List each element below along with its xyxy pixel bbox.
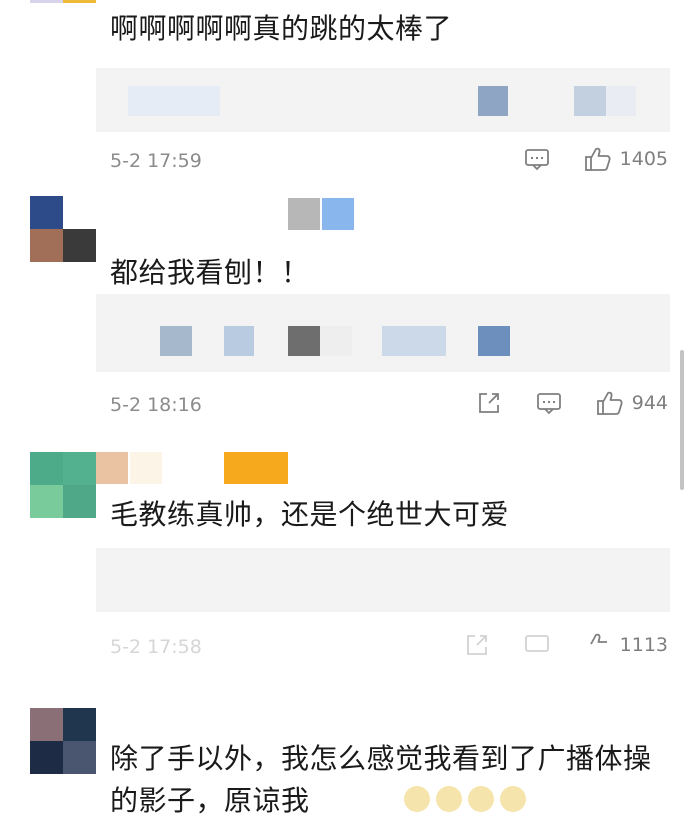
reply-preview[interactable] [96,294,670,372]
comment-actions: 1113 [464,632,668,658]
thumbs-up-icon [596,390,624,416]
blurred-block [160,326,192,356]
blurred-block [322,198,354,230]
blurred-block [288,198,320,230]
comment-icon [524,633,550,657]
reply-button[interactable] [524,147,550,171]
avatar-pixel [63,741,96,774]
avatar[interactable] [30,452,96,518]
comment-text: 毛教练真帅，还是个绝世大可爱 [110,498,510,531]
like-count: 1113 [619,634,668,656]
like-button[interactable]: 1405 [584,146,668,172]
blurred-block [320,326,352,356]
comment-actions: 1405 [524,146,668,172]
emoji-icon [404,786,430,812]
avatar-pixel [30,741,63,774]
emoji-icon [500,786,526,812]
like-button[interactable]: 1113 [584,632,668,658]
blurred-block [606,86,636,116]
blurred-block [130,452,162,484]
avatar-pixel [30,485,63,518]
emoji-row [404,786,526,812]
like-button[interactable]: 944 [596,390,668,416]
thumbs-up-icon [584,146,612,172]
emoji-icon [468,786,494,812]
avatar-pixel [63,0,96,3]
avatar-pixel [30,0,63,3]
avatar-pixel [63,229,96,262]
share-icon [464,632,490,658]
blurred-block [224,326,254,356]
blurred-block [96,452,128,484]
comment-time: 5-2 17:58 [110,636,202,658]
blurred-block [164,452,222,484]
share-button[interactable] [464,632,490,658]
comment-icon [524,147,550,171]
scrollbar[interactable] [680,350,684,490]
blurred-block [224,452,288,484]
blurred-block [478,326,510,356]
comment-time: 5-2 18:16 [110,394,202,416]
blurred-block [128,86,220,116]
avatar-pixel [63,708,96,741]
blurred-block [288,326,320,356]
avatar-pixel [30,708,63,741]
avatar-pixel [30,229,63,262]
reply-preview[interactable] [96,548,670,612]
blurred-block [478,86,508,116]
avatar-pixel [63,196,96,229]
avatar[interactable] [30,708,96,774]
avatar[interactable] [30,196,96,262]
comment-time: 5-2 17:59 [110,150,202,172]
blurred-block [382,326,446,356]
blurred-block [574,86,606,116]
share-button[interactable] [476,390,502,416]
like-count: 944 [631,392,668,414]
avatar-pixel [30,196,63,229]
comment-icon [536,391,562,415]
username-blurred[interactable] [96,452,288,484]
comment-text: 除了手以外，我怎么感觉我看到了广播体操的影子，原谅我 [110,742,652,817]
comment-actions: 944 [476,390,668,416]
avatar-pixel [30,452,63,485]
comment-text: 都给我看刨！！ [110,256,310,289]
emoji-icon [436,786,462,812]
avatar[interactable] [30,0,96,36]
username-blurred[interactable] [288,198,354,230]
like-count: 1405 [619,148,668,170]
avatar-pixel [63,485,96,518]
comment-text: 啊啊啊啊啊真的跳的太棒了 [110,12,453,45]
avatar-pixel [63,452,96,485]
reply-button[interactable] [524,633,550,657]
reply-preview[interactable] [96,68,670,132]
thumbs-up-icon [584,632,612,658]
share-icon [476,390,502,416]
reply-button[interactable] [536,391,562,415]
